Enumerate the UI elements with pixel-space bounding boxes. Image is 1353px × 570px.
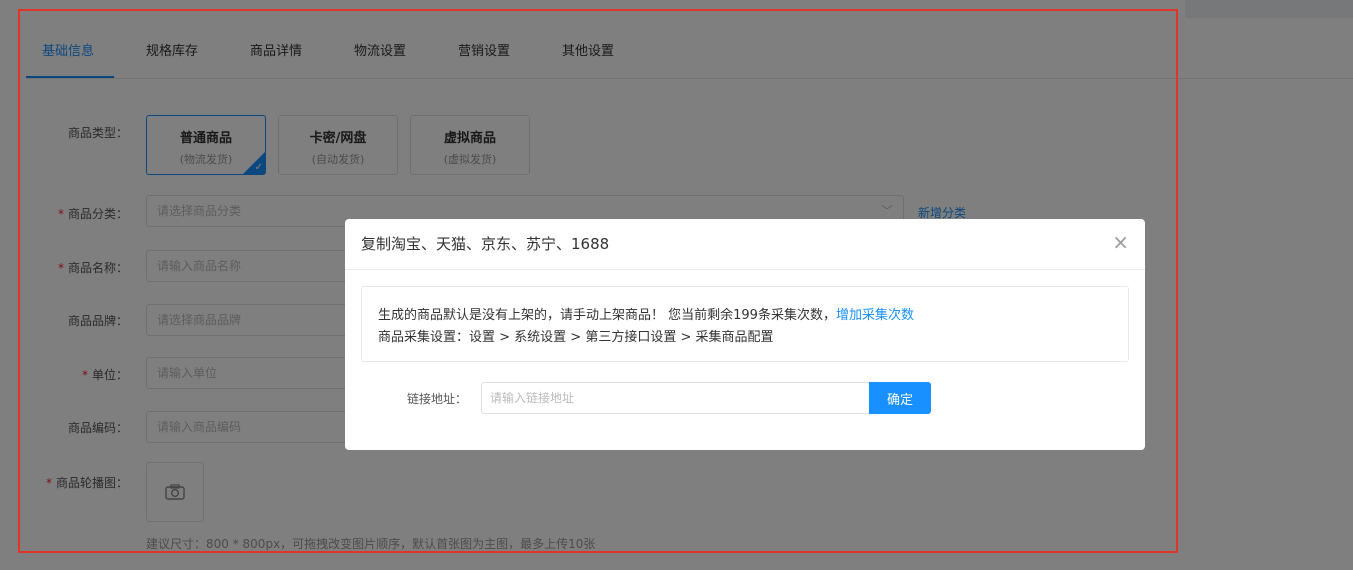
url-label: 链接地址： <box>407 392 468 406</box>
modal-header: 复制淘宝、天猫、京东、苏宁、1688 × <box>345 219 1145 270</box>
notice-box: 生成的商品默认是没有上架的，请手动上架商品！ 您当前剩余199条采集次数，增加采… <box>361 286 1129 362</box>
copy-product-modal: 复制淘宝、天猫、京东、苏宁、1688 × 生成的商品默认是没有上架的，请手动上架… <box>345 219 1145 450</box>
url-input[interactable] <box>481 382 869 414</box>
notice-line-1: 生成的商品默认是没有上架的，请手动上架商品！ 您当前剩余199条采集次数，增加采… <box>378 308 914 323</box>
modal-title: 复制淘宝、天猫、京东、苏宁、1688 <box>361 235 610 253</box>
notice-line-2: 商品采集设置：设置 > 系统设置 > 第三方接口设置 > 采集商品配置 <box>378 330 774 345</box>
confirm-button[interactable]: 确定 <box>869 382 931 414</box>
close-icon[interactable]: × <box>1112 231 1129 253</box>
add-collect-count-link[interactable]: 增加采集次数 <box>836 308 914 323</box>
